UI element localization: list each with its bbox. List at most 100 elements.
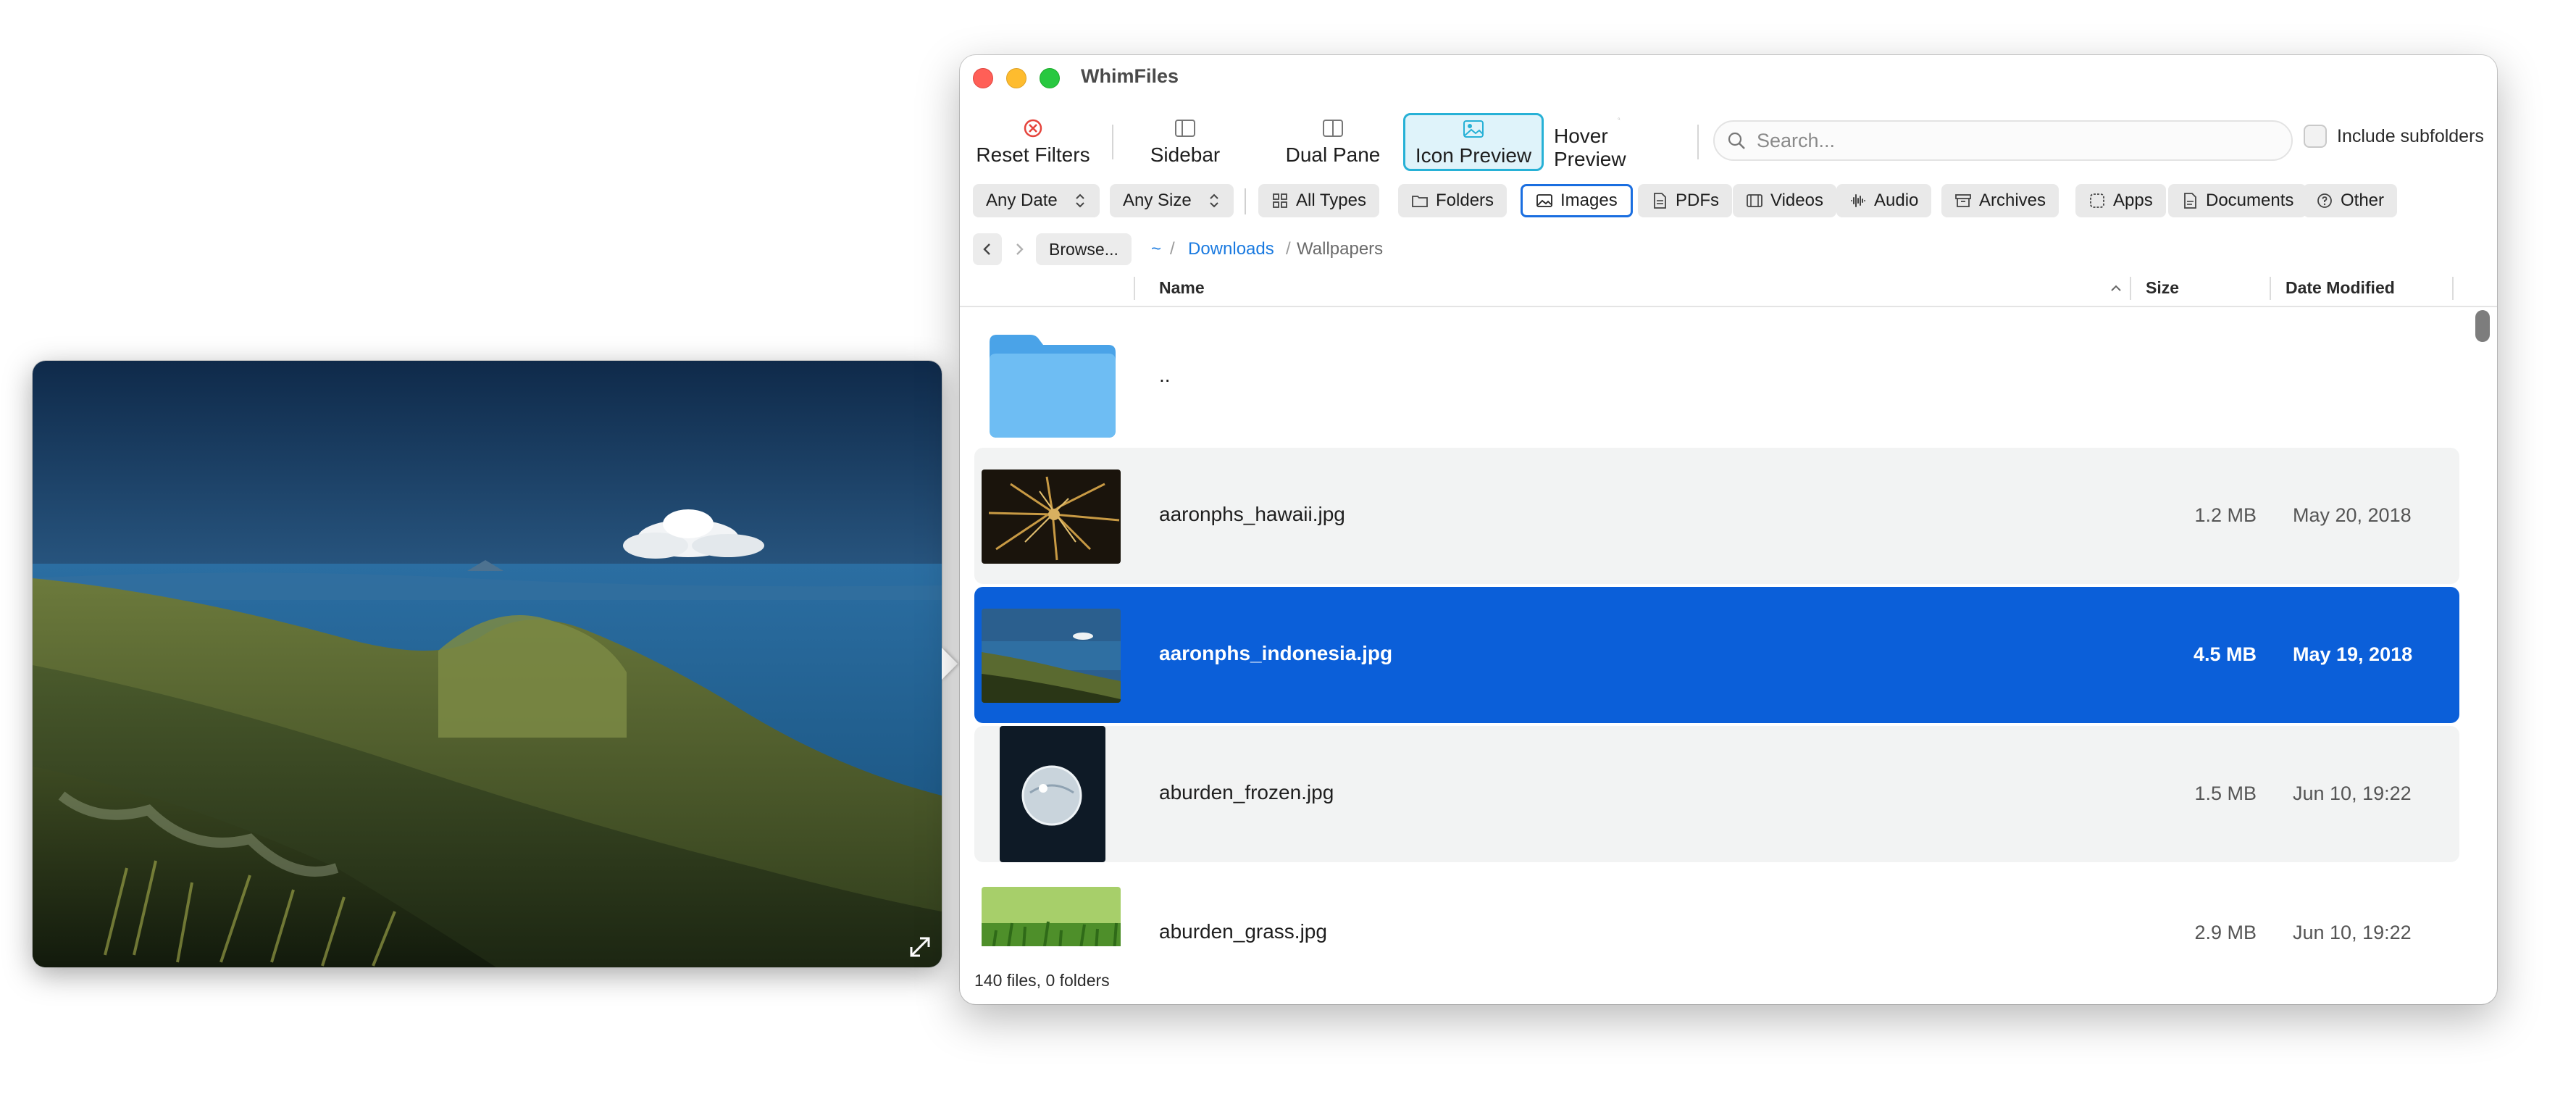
column-divider xyxy=(2130,277,2131,300)
filter-documents[interactable]: Documents xyxy=(2168,184,2307,217)
include-subfolders-checkbox[interactable] xyxy=(2304,125,2327,148)
search-icon xyxy=(1728,132,1745,149)
file-size: 4.5 MB xyxy=(2193,643,2257,665)
x-circle-icon xyxy=(1024,119,1042,138)
filter-label: Documents xyxy=(2206,191,2294,210)
include-subfolders-toggle[interactable]: Include subfolders xyxy=(2304,125,2484,148)
app-icon xyxy=(2090,193,2104,208)
file-date: Jun 10, 19:22 xyxy=(2293,783,2412,804)
column-header-size[interactable]: Size xyxy=(2146,278,2179,298)
preview-pointer xyxy=(942,648,958,680)
image-thumbnail xyxy=(1000,726,1105,862)
date-filter-select[interactable]: Any Date xyxy=(973,184,1100,217)
filter-pdfs[interactable]: PDFs xyxy=(1638,184,1732,217)
minimize-window-button[interactable] xyxy=(1006,68,1026,88)
image-thumbnail xyxy=(982,470,1121,564)
size-filter-select[interactable]: Any Size xyxy=(1110,184,1234,217)
whimfiles-window: WhimFiles Reset Filters Sidebar Dual Pan… xyxy=(960,55,2497,1004)
table-row-selected[interactable]: aaronphs_indonesia.jpg 4.5 MB May 19, 20… xyxy=(974,587,2459,723)
filter-label: Other xyxy=(2341,191,2385,210)
table-row[interactable]: aburden_frozen.jpg 1.5 MB Jun 10, 19:22 xyxy=(974,726,2459,862)
close-window-button[interactable] xyxy=(973,68,993,88)
search-input[interactable] xyxy=(1755,128,2262,153)
dual-pane-label: Dual Pane xyxy=(1285,143,1381,166)
filter-audio[interactable]: Audio xyxy=(1836,184,1932,217)
filter-all-types[interactable]: All Types xyxy=(1258,184,1379,217)
filter-label: Images xyxy=(1560,191,1618,210)
filter-videos[interactable]: Videos xyxy=(1733,184,1836,217)
file-size: 1.2 MB xyxy=(2194,504,2257,526)
hover-preview-label: Hover Preview xyxy=(1554,125,1626,170)
reset-filters-label: Reset Filters xyxy=(976,143,1090,166)
filter-label: PDFs xyxy=(1676,191,1719,210)
image-thumbnail xyxy=(982,887,1121,946)
table-row[interactable]: aburden_grass.jpg 2.9 MB Jun 10, 19:22 xyxy=(974,865,2459,946)
file-name: aaronphs_hawaii.jpg xyxy=(1159,503,1345,525)
sidebar-button[interactable]: Sidebar xyxy=(1131,113,1239,171)
zoom-window-button[interactable] xyxy=(1040,68,1060,88)
date-filter-value: Any Date xyxy=(986,191,1058,210)
landscape-photo xyxy=(33,361,942,967)
magnifier-icon xyxy=(1618,117,1621,120)
titlebar: WhimFiles xyxy=(960,55,2497,101)
browse-button[interactable]: Browse... xyxy=(1036,233,1132,265)
file-name: aaronphs_indonesia.jpg xyxy=(1159,642,1393,664)
file-size: 2.9 MB xyxy=(2194,922,2257,943)
filter-bar: Any Date Any Size All Types Folders Imag… xyxy=(960,184,2497,217)
folder-icon xyxy=(1412,196,1428,207)
hover-preview-image xyxy=(33,361,942,967)
breadcrumb-downloads[interactable]: Downloads xyxy=(1188,239,1274,259)
breadcrumb-wallpapers: Wallpapers xyxy=(1297,239,1384,259)
column-divider xyxy=(2452,277,2454,300)
sort-ascending-icon[interactable] xyxy=(2108,281,2124,296)
filter-apps[interactable]: Apps xyxy=(2075,184,2166,217)
filter-other[interactable]: Other xyxy=(2303,184,2398,217)
file-name: aburden_grass.jpg xyxy=(1159,920,1327,943)
icon-preview-label: Icon Preview xyxy=(1415,144,1532,167)
folder-icon xyxy=(990,335,1116,438)
filter-folders[interactable]: Folders xyxy=(1398,184,1507,217)
icon-preview-button[interactable]: Icon Preview xyxy=(1403,113,1544,171)
sidebar-icon xyxy=(1175,120,1195,137)
photo-icon xyxy=(1536,194,1552,207)
vertical-scrollbar[interactable] xyxy=(2475,310,2490,342)
chevron-left-icon xyxy=(983,243,990,255)
path-bar: Browse... ~ / Downloads / Wallpapers xyxy=(960,233,2497,265)
search-field[interactable] xyxy=(1713,120,2293,161)
column-header-date[interactable]: Date Modified xyxy=(2286,278,2395,298)
reset-filters-button[interactable]: Reset Filters xyxy=(976,113,1090,171)
grid-icon xyxy=(1273,193,1287,208)
column-divider xyxy=(2270,277,2271,300)
photo-icon xyxy=(1463,120,1484,138)
hover-preview-button[interactable]: Hover Preview xyxy=(1554,113,1684,171)
expand-icon[interactable] xyxy=(907,934,933,960)
document-icon xyxy=(2184,193,2196,209)
image-thumbnail xyxy=(982,609,1121,703)
dual-pane-icon xyxy=(1323,120,1343,137)
size-filter-value: Any Size xyxy=(1123,191,1192,210)
chevron-right-icon xyxy=(1016,243,1024,255)
question-circle-icon xyxy=(2317,193,2332,208)
status-bar-text: 140 files, 0 folders xyxy=(974,971,1110,990)
table-row-parent-folder[interactable]: .. xyxy=(974,309,2459,445)
table-header: Name Size Date Modified xyxy=(960,271,2497,307)
film-icon xyxy=(1747,194,1762,207)
forward-button[interactable] xyxy=(1005,233,1034,265)
filter-images[interactable]: Images xyxy=(1521,184,1633,217)
filter-label: All Types xyxy=(1296,191,1366,210)
breadcrumb-separator: / xyxy=(1286,239,1291,259)
archive-box-icon xyxy=(1955,194,1971,207)
table-row[interactable]: aaronphs_hawaii.jpg 1.2 MB May 20, 2018 xyxy=(974,448,2459,584)
column-divider xyxy=(1134,277,1135,300)
filter-label: Folders xyxy=(1436,191,1494,210)
breadcrumb-home[interactable]: ~ xyxy=(1151,239,1161,259)
toolbar-divider xyxy=(1697,125,1699,159)
column-header-name[interactable]: Name xyxy=(1159,278,1205,298)
dual-pane-button[interactable]: Dual Pane xyxy=(1275,113,1391,171)
filter-divider xyxy=(1245,188,1246,214)
back-button[interactable] xyxy=(973,233,1002,265)
filter-label: Videos xyxy=(1770,191,1823,210)
filter-label: Apps xyxy=(2113,191,2153,210)
filter-archives[interactable]: Archives xyxy=(1941,184,2059,217)
file-list: .. aaronphs_hawaii.jpg 1.2 MB May 20, 20… xyxy=(960,309,2497,946)
